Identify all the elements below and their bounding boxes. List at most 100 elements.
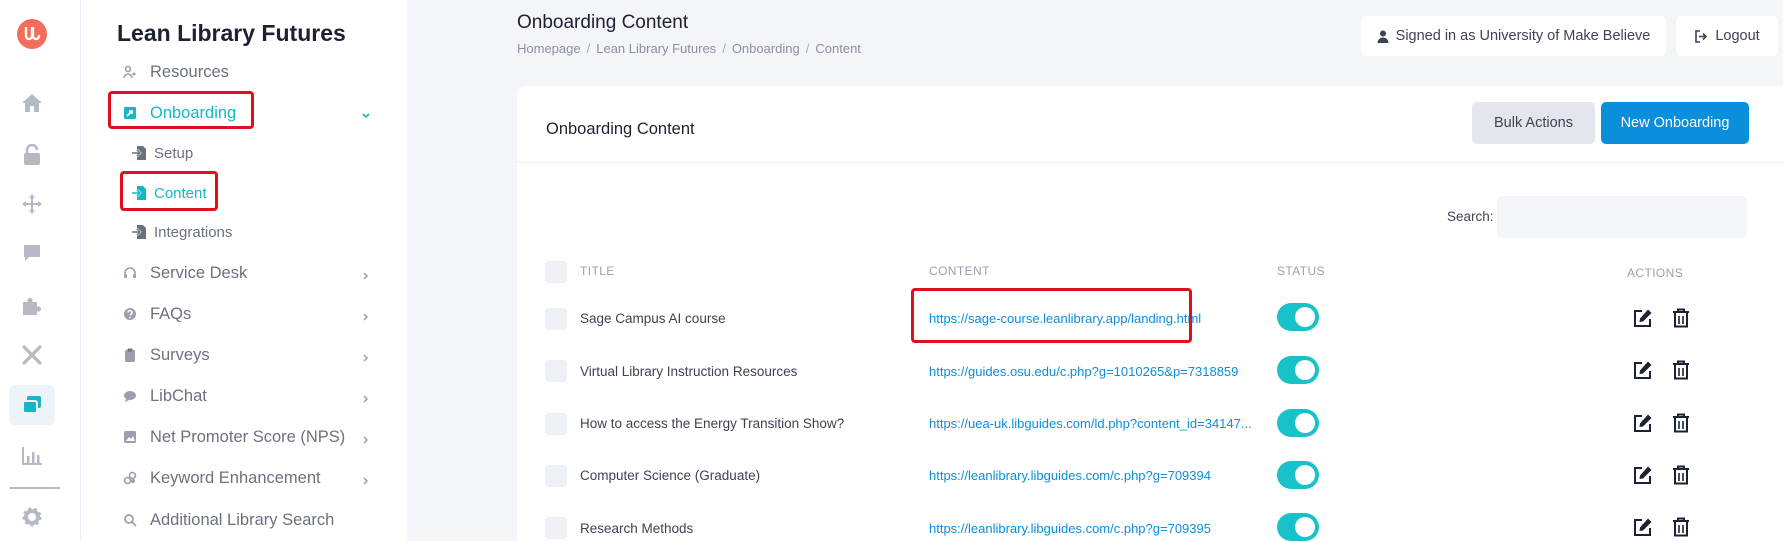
status-toggle[interactable] [1277,409,1319,437]
row-content-link[interactable]: https://sage-course.leanlibrary.app/land… [929,311,1259,326]
app-logo[interactable] [17,19,47,49]
chevron-right-icon [361,473,371,485]
sidebar-subitem-integrations[interactable]: Integrations [81,217,407,247]
trash-icon[interactable] [1670,412,1692,434]
sidebar-title: Lean Library Futures [117,20,346,46]
status-toggle[interactable] [1277,356,1319,384]
edit-icon[interactable] [1632,464,1654,486]
new-onboarding-button[interactable]: New Onboarding [1601,102,1749,144]
edit-icon[interactable] [1632,412,1654,434]
row-title: Computer Science (Graduate) [580,468,761,483]
chevron-right-icon [361,391,371,403]
status-toggle[interactable] [1277,303,1319,331]
bulk-actions-button[interactable]: Bulk Actions [1472,102,1595,144]
sidebar-item-onboarding[interactable]: Onboarding [81,96,407,130]
breadcrumb: Homepage / Lean Library Futures / Onboar… [517,41,861,56]
sidebar-item-label: LibChat [150,386,207,405]
search-icon [123,513,137,527]
sidebar: Lean Library Futures Resources Onboardin… [81,0,407,541]
image-icon [123,430,137,444]
breadcrumb-separator: / [722,41,726,56]
breadcrumb-item-onboarding[interactable]: Onboarding [732,41,800,56]
edit-icon[interactable] [1632,359,1654,381]
row-checkbox[interactable] [545,413,567,435]
headset-icon [123,266,137,280]
sidebar-subitem-label: Integrations [154,223,233,241]
row-checkbox[interactable] [545,308,567,330]
sidebar-subitem-label: Content [154,184,207,202]
status-toggle[interactable] [1277,513,1319,541]
card-divider [517,162,1783,163]
trash-icon[interactable] [1670,464,1692,486]
logout-icon [1695,29,1708,43]
layers-icon[interactable] [9,385,55,425]
breadcrumb-item-content: Content [815,41,861,56]
status-toggle[interactable] [1277,461,1319,489]
column-header-content: CONTENT [929,264,990,278]
unlock-icon[interactable] [19,142,45,168]
row-content-link[interactable]: https://guides.osu.edu/c.php?g=1010265&p… [929,364,1259,379]
signed-in-button[interactable]: Signed in as University of Make Believe [1361,16,1666,56]
sidebar-item-nps[interactable]: Net Promoter Score (NPS) [81,420,407,454]
row-title: Sage Campus AI course [580,311,726,326]
chevron-right-icon [361,309,371,321]
sidebar-item-surveys[interactable]: Surveys [81,338,407,372]
signed-in-label: Signed in as University of Make Believe [1395,28,1651,44]
clipboard-icon [123,348,137,362]
breadcrumb-item-homepage[interactable]: Homepage [517,41,581,56]
row-content-link[interactable]: https://uea-uk.libguides.com/ld.php?cont… [929,416,1259,431]
user-icon [1377,30,1389,43]
trash-icon[interactable] [1670,307,1692,329]
sidebar-item-label: Keyword Enhancement [150,468,321,487]
rail-divider [10,487,60,489]
sidebar-item-resources[interactable]: Resources [81,55,407,89]
file-import-icon [131,224,147,240]
sidebar-item-label: Service Desk [150,263,248,282]
chat-icon [123,389,137,403]
chart-icon[interactable] [19,443,45,469]
row-checkbox[interactable] [545,465,567,487]
sidebar-subitem-label: Setup [154,144,194,162]
people-icon [123,65,137,79]
sidebar-item-label: Net Promoter Score (NPS) [150,427,346,446]
row-content-link[interactable]: https://leanlibrary.libguides.com/c.php?… [929,521,1259,536]
sidebar-item-libchat[interactable]: LibChat [81,379,407,413]
sidebar-subitem-content[interactable]: Content [81,178,407,208]
column-header-title: TITLE [580,264,615,278]
chevron-down-icon [361,108,371,119]
trash-icon[interactable] [1670,359,1692,381]
search-input[interactable] [1497,196,1747,238]
row-content-link[interactable]: https://leanlibrary.libguides.com/c.php?… [929,468,1259,483]
row-title: Research Methods [580,521,694,536]
sidebar-item-keyword-enhancement[interactable]: Keyword Enhancement [81,461,407,495]
logout-label: Logout [1715,28,1760,44]
row-checkbox[interactable] [545,517,567,539]
sidebar-item-label: FAQs [150,304,192,323]
sidebar-item-faqs[interactable]: FAQs [81,297,407,331]
sidebar-item-service-desk[interactable]: Service Desk [81,256,407,290]
edit-icon[interactable] [1632,516,1654,538]
gear-icon[interactable] [19,504,45,530]
move-icon[interactable] [19,191,45,217]
home-icon[interactable] [19,90,45,116]
select-all-checkbox[interactable] [545,261,567,283]
tools-icon[interactable] [19,342,45,368]
breadcrumb-item-lean-library-futures[interactable]: Lean Library Futures [596,41,716,56]
row-title: How to access the Energy Transition Show… [580,416,845,431]
sidebar-item-additional-library-search[interactable]: Additional Library Search [81,503,407,537]
icon-rail [0,0,81,541]
row-checkbox[interactable] [545,360,567,382]
puzzle-icon[interactable] [19,292,45,318]
file-import-icon [131,145,147,161]
sidebar-item-label: Onboarding [150,103,237,122]
trash-icon[interactable] [1670,516,1692,538]
question-icon [123,307,137,321]
logout-button[interactable]: Logout [1676,16,1778,56]
page-title: Onboarding Content [517,12,689,33]
logo-mark-icon [24,27,41,41]
sidebar-subitem-setup[interactable]: Setup [81,138,407,168]
search-label: Search: [1447,209,1494,224]
chat-icon[interactable] [19,240,45,266]
sidebar-item-label: Surveys [150,345,210,364]
edit-icon[interactable] [1632,307,1654,329]
